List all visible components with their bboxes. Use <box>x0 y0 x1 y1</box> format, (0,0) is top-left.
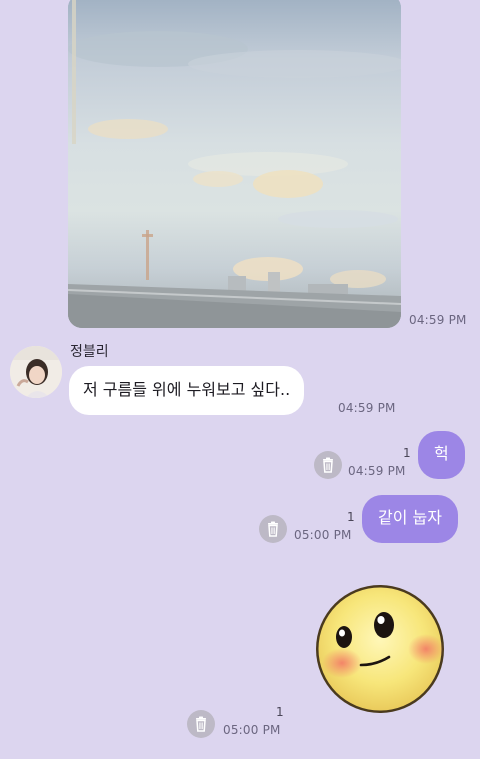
unread-count: 1 <box>276 705 284 719</box>
delete-message-button[interactable] <box>187 710 215 738</box>
outgoing-message-time: 05:00 PM <box>294 528 352 542</box>
incoming-message-bubble[interactable]: 저 구름들 위에 누워보고 싶다.. <box>69 366 305 415</box>
trash-icon <box>268 521 278 537</box>
emoticon-message-time: 05:00 PM <box>223 723 281 737</box>
sender-avatar[interactable] <box>10 346 62 398</box>
chat-message-list[interactable]: 04:59 PM 정블리 저 구름들 위에 누워보고 싶다.. 04:59 PM… <box>0 0 480 759</box>
photo-message-time: 04:59 PM <box>409 313 467 327</box>
sky-photo <box>68 0 401 328</box>
outgoing-message-text: 헉 <box>434 444 449 463</box>
profile-photo <box>10 346 62 398</box>
delete-message-button[interactable] <box>259 515 287 543</box>
sender-name: 정블리 <box>70 344 109 360</box>
outgoing-message-bubble[interactable]: 같이 눕자 <box>362 495 458 543</box>
delete-message-button[interactable] <box>314 451 342 479</box>
trash-icon <box>196 716 206 732</box>
emoticon-message[interactable] <box>314 583 446 715</box>
unread-count: 1 <box>403 446 411 460</box>
trash-icon <box>323 457 333 473</box>
outgoing-message-text: 같이 눕자 <box>378 508 442 527</box>
outgoing-message-bubble[interactable]: 헉 <box>418 431 465 479</box>
blushing-smile-emoticon <box>316 585 444 713</box>
outgoing-message-time: 04:59 PM <box>348 464 406 478</box>
incoming-message-text: 저 구름들 위에 누워보고 싶다.. <box>83 380 291 399</box>
incoming-message-time: 04:59 PM <box>338 401 396 415</box>
photo-message-image[interactable] <box>68 0 401 328</box>
unread-count: 1 <box>347 510 355 524</box>
